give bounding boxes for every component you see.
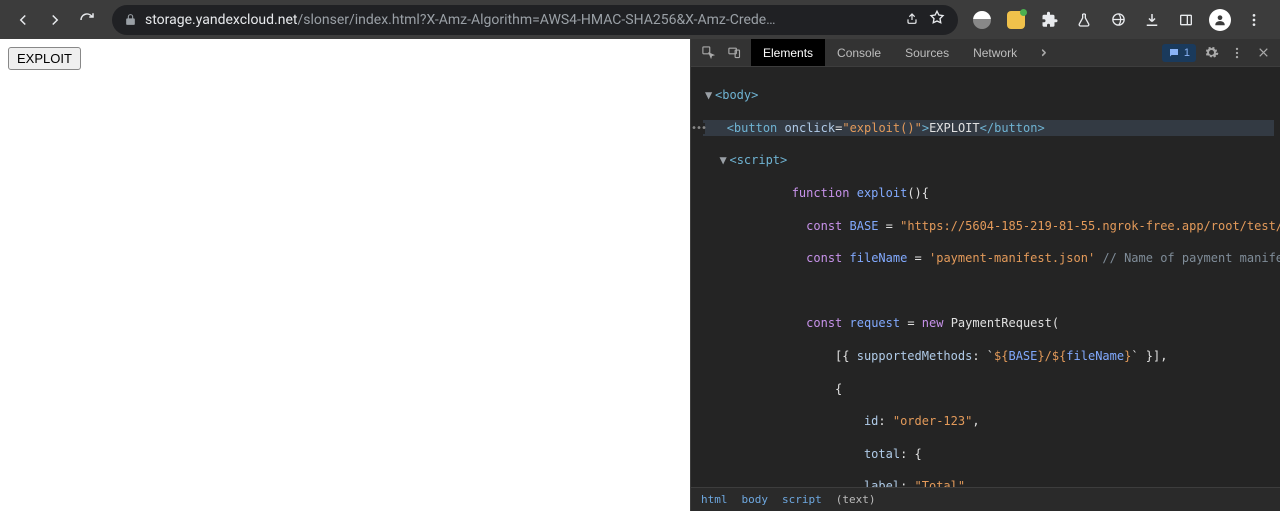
elements-tree[interactable]: ••• ▼<body> <button onclick="exploit()">… — [691, 67, 1280, 487]
devtools-close-icon[interactable] — [1252, 42, 1274, 64]
exploit-button[interactable]: EXPLOIT — [8, 47, 81, 70]
tab-network[interactable]: Network — [961, 39, 1029, 66]
chrome-menu-icon[interactable] — [1240, 6, 1268, 34]
address-bar[interactable]: storage.yandexcloud.net/slonser/index.ht… — [112, 5, 958, 35]
elements-breadcrumb[interactable]: html body script (text) — [691, 487, 1280, 511]
tab-elements[interactable]: Elements — [751, 39, 825, 66]
issues-badge[interactable]: 1 — [1162, 44, 1196, 62]
tab-sources[interactable]: Sources — [893, 39, 961, 66]
lock-icon — [124, 13, 137, 26]
extensions-area — [968, 6, 1272, 34]
url-text: storage.yandexcloud.net/slonser/index.ht… — [145, 12, 896, 28]
downloads-icon[interactable] — [1138, 6, 1166, 34]
share-icon[interactable] — [904, 10, 920, 30]
browser-toolbar: storage.yandexcloud.net/slonser/index.ht… — [0, 0, 1280, 39]
crumb-body[interactable]: body — [742, 493, 769, 506]
device-toolbar-icon[interactable] — [723, 42, 745, 64]
forward-button[interactable] — [40, 5, 70, 35]
crumb-html[interactable]: html — [701, 493, 728, 506]
extensions-puzzle-icon[interactable] — [1036, 6, 1064, 34]
collapsed-indicator: ••• — [691, 123, 705, 134]
crumb-script[interactable]: script — [782, 493, 822, 506]
extension-flask-icon[interactable] — [1070, 6, 1098, 34]
more-tabs-icon[interactable] — [1037, 46, 1051, 60]
extension-shield-icon[interactable] — [968, 6, 996, 34]
page-content: EXPLOIT — [0, 39, 690, 511]
inspect-element-icon[interactable] — [697, 42, 719, 64]
devtools-tabbar: Elements Console Sources Network 1 — [691, 39, 1280, 67]
back-button[interactable] — [8, 5, 38, 35]
extension-modheader-icon[interactable] — [1002, 6, 1030, 34]
extension-leaf-icon[interactable] — [1104, 6, 1132, 34]
crumb-text[interactable]: (text) — [836, 493, 876, 506]
profile-avatar[interactable] — [1206, 6, 1234, 34]
settings-gear-icon[interactable] — [1200, 42, 1222, 64]
bookmark-star-icon[interactable] — [928, 9, 946, 31]
side-panel-icon[interactable] — [1172, 6, 1200, 34]
tab-console[interactable]: Console — [825, 39, 893, 66]
reload-button[interactable] — [72, 5, 102, 35]
devtools-menu-icon[interactable] — [1226, 42, 1248, 64]
devtools-panel: Elements Console Sources Network 1 — [690, 39, 1280, 511]
